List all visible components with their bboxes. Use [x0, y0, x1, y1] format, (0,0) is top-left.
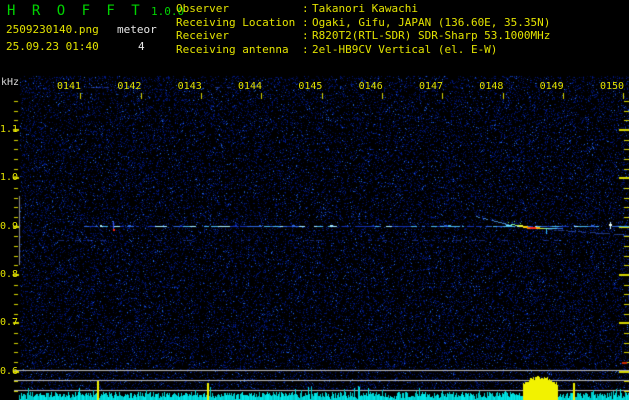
time-tick-label: 0143: [177, 81, 202, 92]
info-value: R820T2(RTL-SDR) SDR-Sharp 53.1000MHz: [312, 29, 551, 43]
time-tick-label: 0149: [539, 81, 564, 92]
info-colon: :: [302, 29, 309, 43]
time-tick-label: 0146: [358, 81, 383, 92]
info-value: 2el-HB9CV Vertical (el. E-W): [312, 43, 498, 57]
freq-tick-label: 0.6: [0, 366, 19, 377]
freq-tick-label: 0.8: [0, 269, 19, 280]
info-row: Receiving antenna:2el-HB9CV Vertical (el…: [176, 43, 550, 57]
freq-tick-label: 0.9: [0, 221, 19, 232]
info-row: Observer: Takanori Kawachi: [176, 2, 550, 16]
info-colon: :: [302, 15, 309, 29]
info-row: Receiver: R820T2(RTL-SDR) SDR-Sharp 53.10…: [176, 29, 550, 43]
time-tick-label: 0147: [418, 81, 444, 92]
info-label: Observer: [176, 2, 229, 15]
time-tick-label: 0150: [599, 81, 625, 92]
spectrogram-canvas: [0, 0, 629, 400]
time-tick-label: 0145: [298, 81, 323, 92]
info-row: Receiving Location: Ogaki, Gifu, JAPAN (1…: [176, 16, 550, 30]
time-tick-label: 0144: [237, 81, 263, 92]
time-tick-label: 0148: [479, 81, 504, 92]
mode-label: meteor: [117, 23, 157, 36]
freq-tick-label: 0.7: [0, 317, 19, 328]
info-label: Receiver: [176, 29, 229, 43]
info-colon: :: [302, 43, 309, 57]
info-label: Receiving antenna: [176, 43, 289, 57]
observer-info: Observer: Takanori Kawachi Receiving Locat…: [176, 2, 550, 57]
app-title: H R O F F T: [7, 3, 144, 19]
freq-tick-label: 1.0: [0, 172, 19, 183]
time-tick-label: 0142: [117, 81, 142, 92]
freq-tick-label: 1.1: [0, 124, 19, 135]
info-label: Receiving Location: [176, 15, 296, 29]
filename-label: 2509230140.png: [6, 23, 99, 36]
time-tick-label: 0141: [57, 81, 82, 92]
info-value: Ogaki, Gifu, JAPAN (136.60E, 35.35N): [312, 15, 551, 29]
info-value: Takanori Kawachi: [312, 2, 418, 15]
event-count: 4: [138, 40, 145, 53]
freq-axis-unit-label: kHz: [1, 77, 20, 88]
hrofft-output: H R O F F T 1.0.0 2509230140.png meteor …: [0, 0, 629, 400]
info-colon: :: [302, 2, 309, 15]
datetime-label: 25.09.23 01:40: [6, 40, 99, 53]
